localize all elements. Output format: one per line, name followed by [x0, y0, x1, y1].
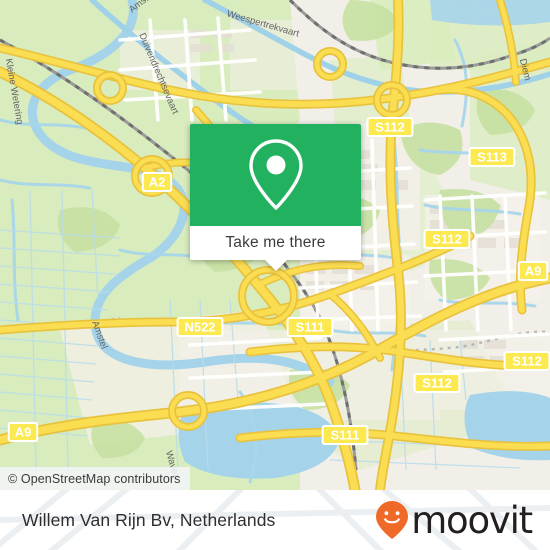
popup-tail [264, 260, 287, 271]
road-shield: S111 [321, 425, 369, 445]
road-shield-label: N522 [184, 320, 215, 335]
moovit-map-screenshot: Amstel Weespertrekvaart Duivendrechtsevaar… [0, 0, 550, 550]
road-shield: S113 [468, 147, 516, 167]
popup-action-bar[interactable]: Take me there [190, 226, 361, 271]
road-shield: N522 [176, 317, 224, 337]
road-shield: S112 [423, 229, 471, 249]
road-shield: A9 [517, 261, 549, 281]
map-pin-icon [248, 139, 303, 210]
road-shield-label: A9 [525, 264, 542, 279]
road-shield: S111 [286, 317, 334, 337]
map-popup[interactable]: Take me there [190, 124, 361, 271]
footer-bar: Willem Van Rijn Bv, Netherlands moovit [0, 490, 550, 550]
road-shield: S112 [413, 373, 461, 393]
road-shield-label: S112 [512, 354, 542, 369]
moovit-wordmark: moovit [411, 498, 533, 542]
road-shield-label: A2 [149, 175, 166, 190]
moovit-smiley-pin-icon [376, 501, 409, 539]
take-me-there-label: Take me there [225, 234, 326, 251]
road-shield: S112 [503, 351, 550, 371]
road-shield-label: S113 [477, 150, 507, 165]
moovit-logo: moovit [375, 498, 533, 542]
osm-attribution-text: © OpenStreetMap contributors [8, 471, 181, 486]
road-shield-label: S111 [296, 320, 325, 335]
popup-marker-panel [190, 124, 361, 226]
road-shield-label: S112 [422, 376, 452, 391]
road-shield: S112 [366, 117, 414, 137]
location-title: Willem Van Rijn Bv, Netherlands [22, 509, 276, 530]
road-shield-label: A9 [15, 425, 32, 440]
road-shield-label: S112 [432, 232, 462, 247]
road-shield: A2 [141, 172, 173, 192]
road-shield-label: S111 [331, 428, 360, 443]
road-shield: A9 [7, 422, 39, 442]
osm-attribution: © OpenStreetMap contributors [0, 467, 190, 490]
road-shield-label: S112 [375, 120, 405, 135]
